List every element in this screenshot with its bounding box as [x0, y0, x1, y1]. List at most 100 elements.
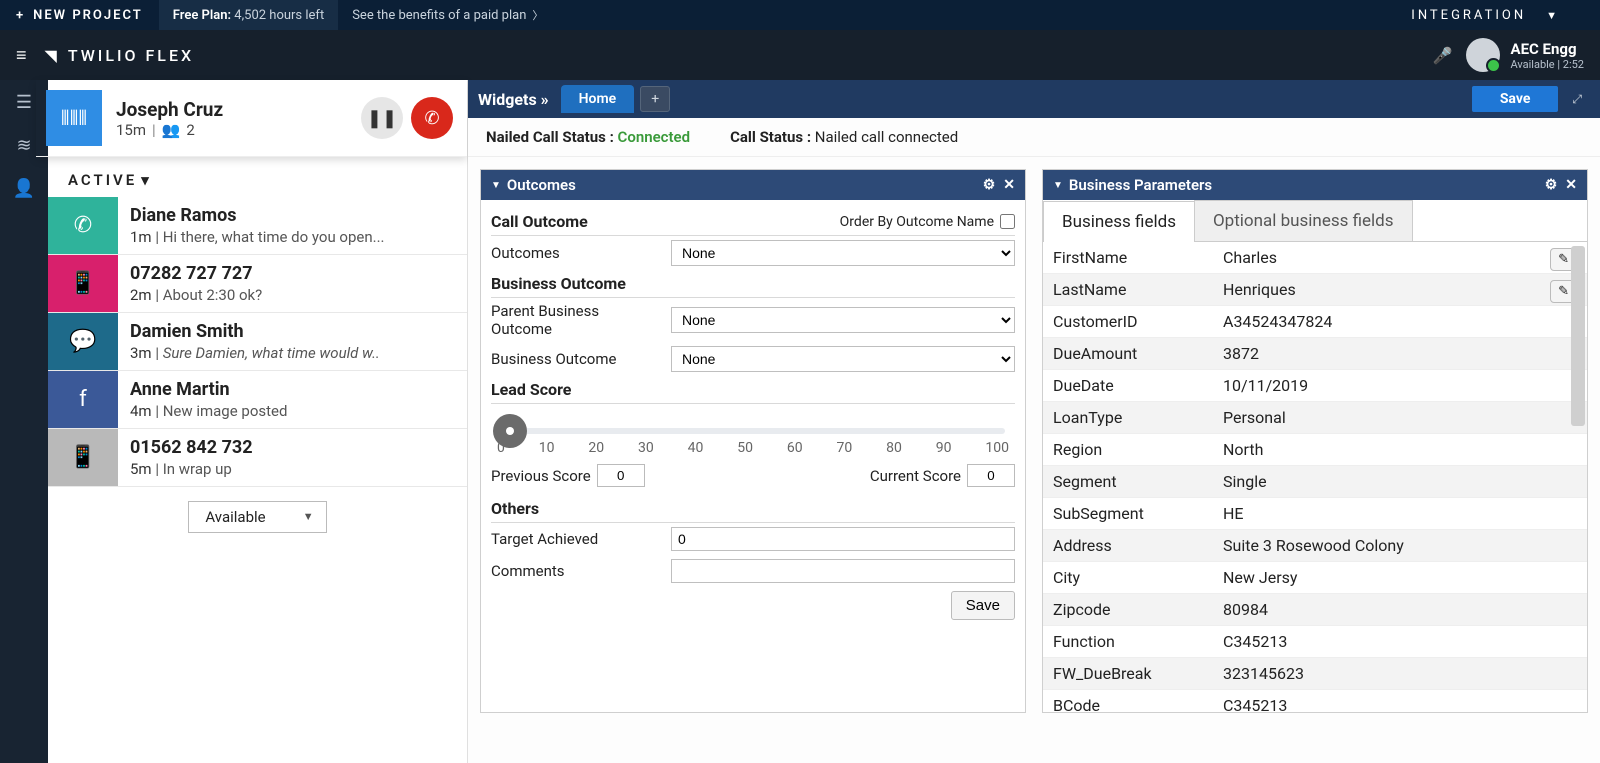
widget-outcomes: ▼ Outcomes ⚙ ✕ Call Outcome Order By Out…: [480, 169, 1026, 713]
widgets-breadcrumb: Widgets »: [478, 90, 549, 109]
scrollbar[interactable]: [1571, 246, 1585, 426]
field-key: DueDate: [1043, 370, 1213, 402]
utility-bar: + NEW PROJECT Free Plan: 4,502 hours lef…: [0, 0, 1600, 30]
business-outcome-label: Business Outcome: [491, 350, 661, 368]
previous-score-input[interactable]: [597, 464, 645, 487]
new-project-button[interactable]: + NEW PROJECT: [0, 8, 159, 23]
table-row: AddressSuite 3 Rosewood Colony: [1043, 530, 1587, 562]
left-rail: ☰ ≋ 👤: [0, 80, 48, 763]
table-row: CityNew Jersy: [1043, 562, 1587, 594]
content-area: Widgets » Home + Save ⤢ Nailed Call Stat…: [468, 80, 1600, 763]
plan-info[interactable]: Free Plan: 4,502 hours left: [159, 0, 338, 30]
header-save-button[interactable]: Save: [1472, 86, 1559, 112]
field-value: A34524347824: [1213, 306, 1540, 338]
widget-settings-icon[interactable]: ⚙: [983, 177, 996, 193]
business-outcome-select[interactable]: None: [671, 346, 1015, 372]
task-item[interactable]: ✆Diane Ramos1m | Hi there, what time do …: [48, 197, 467, 255]
target-achieved-label: Target Achieved: [491, 530, 661, 548]
hamburger-icon[interactable]: ≡: [16, 45, 27, 66]
bp-scroll[interactable]: FirstNameCharles✎LastNameHenriques✎Custo…: [1043, 242, 1587, 712]
target-achieved-input[interactable]: [671, 527, 1015, 551]
brand-label: TWILIO FLEX: [68, 46, 194, 65]
active-call-name: Joseph Cruz: [116, 98, 353, 121]
field-value: Personal: [1213, 402, 1540, 434]
table-row: CustomerIDA34524347824: [1043, 306, 1587, 338]
tick: 10: [539, 440, 555, 456]
chevron-down-icon: ▼: [1546, 9, 1560, 22]
call-status-value: Nailed call connected: [815, 128, 958, 146]
outcomes-label: Outcomes: [491, 244, 661, 262]
call-outcome-header: Call Outcome: [491, 212, 588, 231]
availability-select[interactable]: Available: [188, 501, 326, 533]
brand-icon: ◥: [45, 46, 60, 65]
rail-queues-icon[interactable]: ☰: [16, 92, 32, 113]
parent-business-outcome-select[interactable]: None: [671, 307, 1015, 333]
widget-settings-icon[interactable]: ⚙: [1545, 177, 1558, 193]
order-by-label: Order By Outcome Name: [840, 214, 994, 230]
task-item[interactable]: 📱07282 727 7272m | About 2:30 ok?: [48, 255, 467, 313]
task-title: 07282 727 727: [130, 263, 455, 284]
others-header: Others: [491, 499, 539, 518]
comments-input[interactable]: [671, 559, 1015, 583]
expand-icon[interactable]: ⤢: [1564, 92, 1590, 107]
benefits-link[interactable]: See the benefits of a paid plan 〉: [338, 0, 557, 30]
widget-tabs-bar: Widgets » Home + Save ⤢: [468, 80, 1600, 118]
business-outcome-header: Business Outcome: [491, 274, 626, 293]
field-value: HE: [1213, 498, 1540, 530]
microphone-icon[interactable]: 🎤: [1433, 46, 1453, 65]
integration-menu[interactable]: INTEGRATION ▼: [1371, 8, 1600, 23]
hangup-button[interactable]: ✆: [411, 97, 453, 139]
task-item[interactable]: 📱01562 842 7325m | In wrap up: [48, 429, 467, 487]
status-row: Nailed Call Status : Connected Call Stat…: [468, 118, 1600, 157]
benefits-label: See the benefits of a paid plan: [352, 8, 526, 23]
task-item[interactable]: fAnne Martin4m | New image posted: [48, 371, 467, 429]
tick: 60: [787, 440, 803, 456]
tick: 50: [737, 440, 753, 456]
tab-home[interactable]: Home: [561, 85, 635, 113]
rail-contacts-icon[interactable]: 👤: [13, 178, 35, 199]
tick: 30: [638, 440, 654, 456]
order-by-checkbox[interactable]: [1000, 214, 1015, 229]
avatar[interactable]: [1466, 38, 1500, 72]
rail-layers-icon[interactable]: ≋: [16, 135, 31, 156]
table-row: SubSegmentHE: [1043, 498, 1587, 530]
slider-knob[interactable]: [493, 414, 527, 448]
user-info[interactable]: AEC Engg Available | 2:52: [1510, 40, 1584, 71]
task-item[interactable]: 💬Damien Smith3m | Sure Damien, what time…: [48, 313, 467, 371]
lead-score-slider[interactable]: [501, 428, 1005, 434]
table-row: FW_DueBreak323145623: [1043, 658, 1587, 690]
field-key: Function: [1043, 626, 1213, 658]
active-call-card[interactable]: ⦀⦀⦀ Joseph Cruz 15m | 👥 2 ❚❚ ✆: [36, 80, 467, 157]
task-line: 2m | About 2:30 ok?: [130, 286, 455, 304]
field-value: 80984: [1213, 594, 1540, 626]
field-value: C345213: [1213, 626, 1540, 658]
pause-button[interactable]: ❚❚: [361, 97, 403, 139]
task-line: 5m | In wrap up: [130, 460, 455, 478]
task-line: 1m | Hi there, what time do you open...: [130, 228, 455, 246]
current-score-input[interactable]: [967, 464, 1015, 487]
outcomes-save-button[interactable]: Save: [951, 591, 1015, 620]
table-row: DueAmount3872: [1043, 338, 1587, 370]
collapse-icon[interactable]: ▼: [491, 180, 501, 191]
outcomes-select[interactable]: None: [671, 240, 1015, 266]
field-key: Region: [1043, 434, 1213, 466]
collapse-icon[interactable]: ▼: [1053, 180, 1063, 191]
active-section-label[interactable]: ACTIVE ▾: [48, 157, 467, 197]
plan-hours: 4,502 hours left: [234, 8, 324, 23]
table-row: DueDate10/11/2019: [1043, 370, 1587, 402]
tab-optional-business-fields[interactable]: Optional business fields: [1194, 200, 1413, 241]
chevron-down-icon: ▾: [141, 171, 152, 189]
task-channel-icon: ✆: [48, 197, 118, 254]
flex-header: ≡ ◥ TWILIO FLEX 🎤 AEC Engg Available | 2…: [0, 30, 1600, 80]
active-label-text: ACTIVE: [68, 171, 137, 189]
plan-prefix: Free Plan:: [173, 8, 231, 23]
add-tab-button[interactable]: +: [640, 86, 670, 112]
widget-close-icon[interactable]: ✕: [1003, 177, 1015, 193]
nailed-status-label: Nailed Call Status :: [486, 128, 614, 146]
field-key: DueAmount: [1043, 338, 1213, 370]
widget-close-icon[interactable]: ✕: [1565, 177, 1577, 193]
tab-business-fields[interactable]: Business fields: [1043, 201, 1195, 242]
task-channel-icon: f: [48, 371, 118, 428]
tick: 90: [936, 440, 952, 456]
task-line: 4m | New image posted: [130, 402, 455, 420]
